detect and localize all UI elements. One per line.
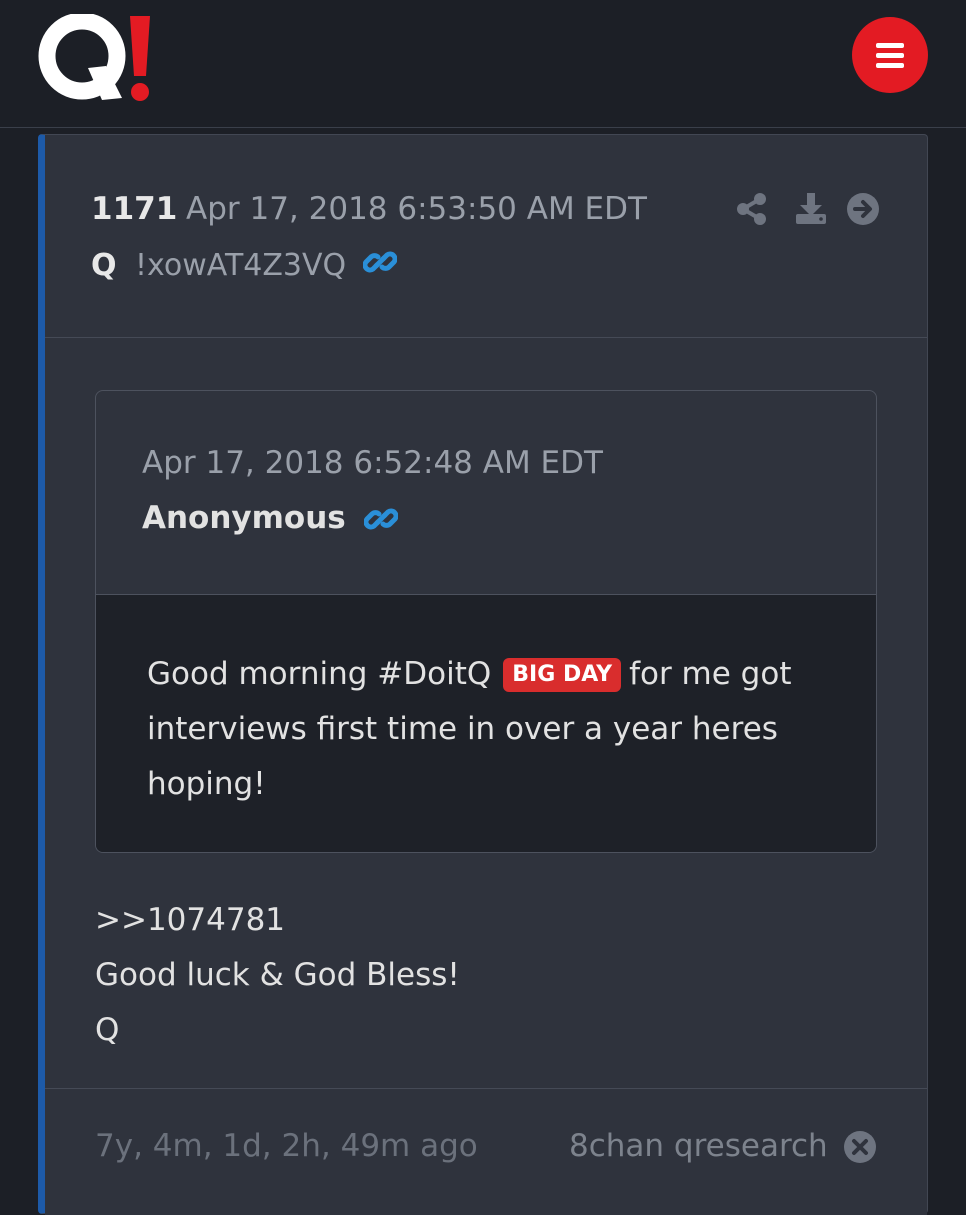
top-navigation-bar <box>0 0 966 128</box>
hamburger-menu-icon <box>876 43 904 48</box>
big-day-badge: BIG DAY <box>503 658 622 692</box>
quoted-post-body: Good morning #DoitQ BIG DAY for me got int… <box>96 595 876 852</box>
quoted-post-timestamp: Apr 17, 2018 6:52:48 AM EDT <box>142 445 603 481</box>
quoted-post-author: Anonymous <box>142 500 346 536</box>
arrow-right-circle-icon[interactable] <box>846 192 880 226</box>
post-body: >>1074781 Good luck & God Bless! Q <box>95 893 460 1058</box>
permalink-icon[interactable] <box>362 245 398 279</box>
quoted-post-header: Apr 17, 2018 6:52:48 AM EDT Anonymous <box>96 391 876 595</box>
post-timestamp: Apr 17, 2018 6:53:50 AM EDT <box>186 191 647 227</box>
post-age: 7y, 4m, 1d, 2h, 49m ago <box>95 1128 478 1164</box>
post-card: 1171 Apr 17, 2018 6:53:50 AM EDT Q !xowA… <box>38 134 928 1215</box>
post-header: 1171 Apr 17, 2018 6:53:50 AM EDT Q !xowA… <box>45 135 927 338</box>
post-footer: 7y, 4m, 1d, 2h, 49m ago 8chan qresearch <box>45 1088 927 1215</box>
hamburger-menu-icon-bar <box>876 53 904 58</box>
post-signature: Q <box>95 1012 120 1048</box>
post-author: Q <box>91 248 117 283</box>
q-logo[interactable] <box>36 12 166 106</box>
quoted-permalink-icon[interactable] <box>363 502 399 536</box>
quoted-post: Apr 17, 2018 6:52:48 AM EDT Anonymous Go… <box>95 390 877 853</box>
post-number[interactable]: 1171 <box>91 191 177 227</box>
close-icon[interactable] <box>843 1130 877 1164</box>
menu-button[interactable] <box>852 17 928 93</box>
post-text-line: Good luck & God Bless! <box>95 957 460 993</box>
post-tripcode: !xowAT4Z3VQ <box>135 248 347 283</box>
download-icon[interactable] <box>794 192 828 226</box>
quoted-post-text: Good morning #DoitQ <box>147 656 492 692</box>
post-source[interactable]: 8chan qresearch <box>569 1128 828 1164</box>
quote-reference-link[interactable]: >>1074781 <box>95 893 460 948</box>
hamburger-menu-icon-bar <box>876 63 904 68</box>
share-icon[interactable] <box>735 192 769 226</box>
